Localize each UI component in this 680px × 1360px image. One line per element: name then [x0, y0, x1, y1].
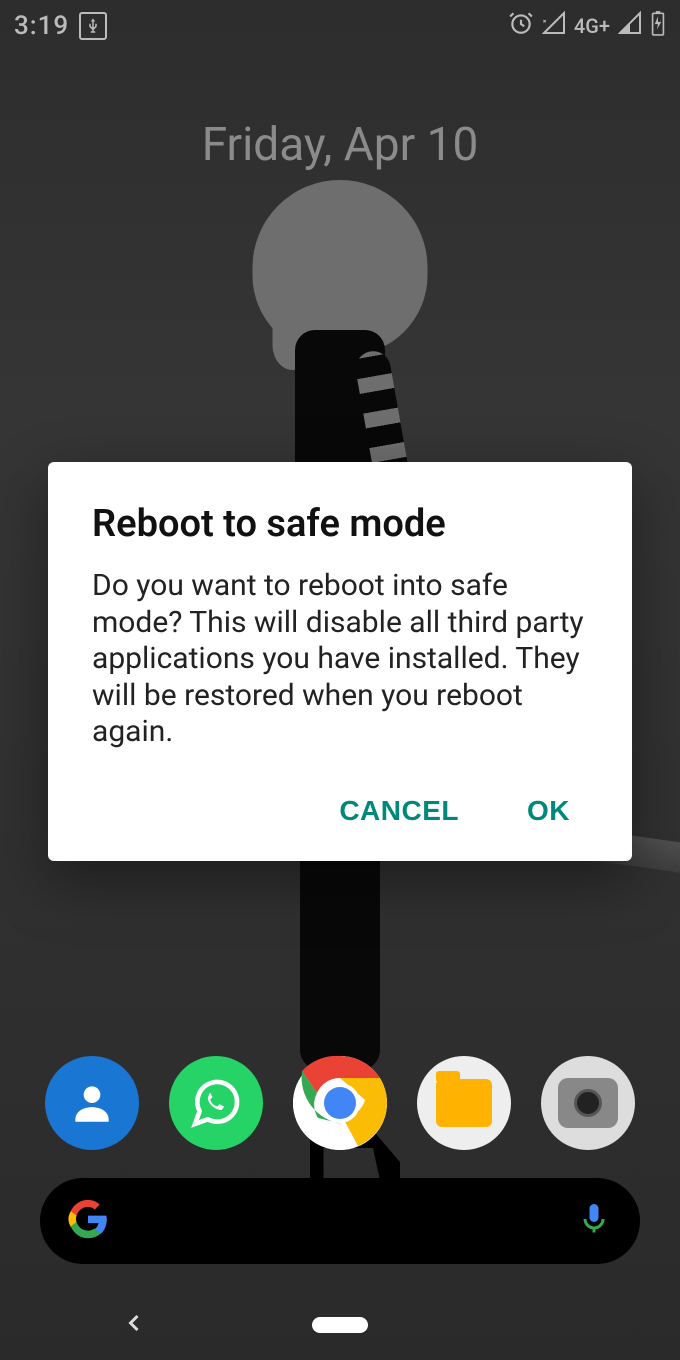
- usb-icon: [79, 12, 107, 40]
- date-widget[interactable]: Friday, Apr 10: [0, 118, 680, 172]
- dialog-actions: CANCEL OK: [92, 787, 588, 835]
- battery-charging-icon: [650, 10, 666, 43]
- app-dock: [0, 1056, 680, 1150]
- status-bar: 3:19 4G+: [0, 0, 680, 52]
- dialog-message: Do you want to reboot into safe mode? Th…: [92, 568, 588, 751]
- ok-button[interactable]: OK: [523, 787, 574, 835]
- back-button[interactable]: [120, 1309, 148, 1341]
- network-type-label: 4G+: [574, 14, 610, 38]
- navigation-bar: [0, 1290, 680, 1360]
- google-search-bar[interactable]: [40, 1178, 640, 1264]
- status-time: 3:19: [14, 11, 69, 41]
- whatsapp-app-icon[interactable]: [169, 1056, 263, 1150]
- files-app-icon[interactable]: [417, 1056, 511, 1150]
- home-gesture-pill[interactable]: [312, 1317, 368, 1333]
- phone-screen: Friday, Apr 10 3: [0, 0, 680, 1360]
- safe-mode-dialog: Reboot to safe mode Do you want to reboo…: [48, 462, 632, 861]
- signal-icon: [618, 11, 642, 42]
- google-logo-icon: [68, 1199, 108, 1243]
- dialog-title: Reboot to safe mode: [92, 502, 588, 546]
- camera-app-icon[interactable]: [541, 1056, 635, 1150]
- mic-icon[interactable]: [576, 1201, 612, 1241]
- contacts-app-icon[interactable]: [45, 1056, 139, 1150]
- cancel-button[interactable]: CANCEL: [335, 787, 463, 835]
- alarm-icon: [508, 10, 534, 43]
- chrome-app-icon[interactable]: [293, 1056, 387, 1150]
- signal-no-data-icon: [542, 11, 566, 42]
